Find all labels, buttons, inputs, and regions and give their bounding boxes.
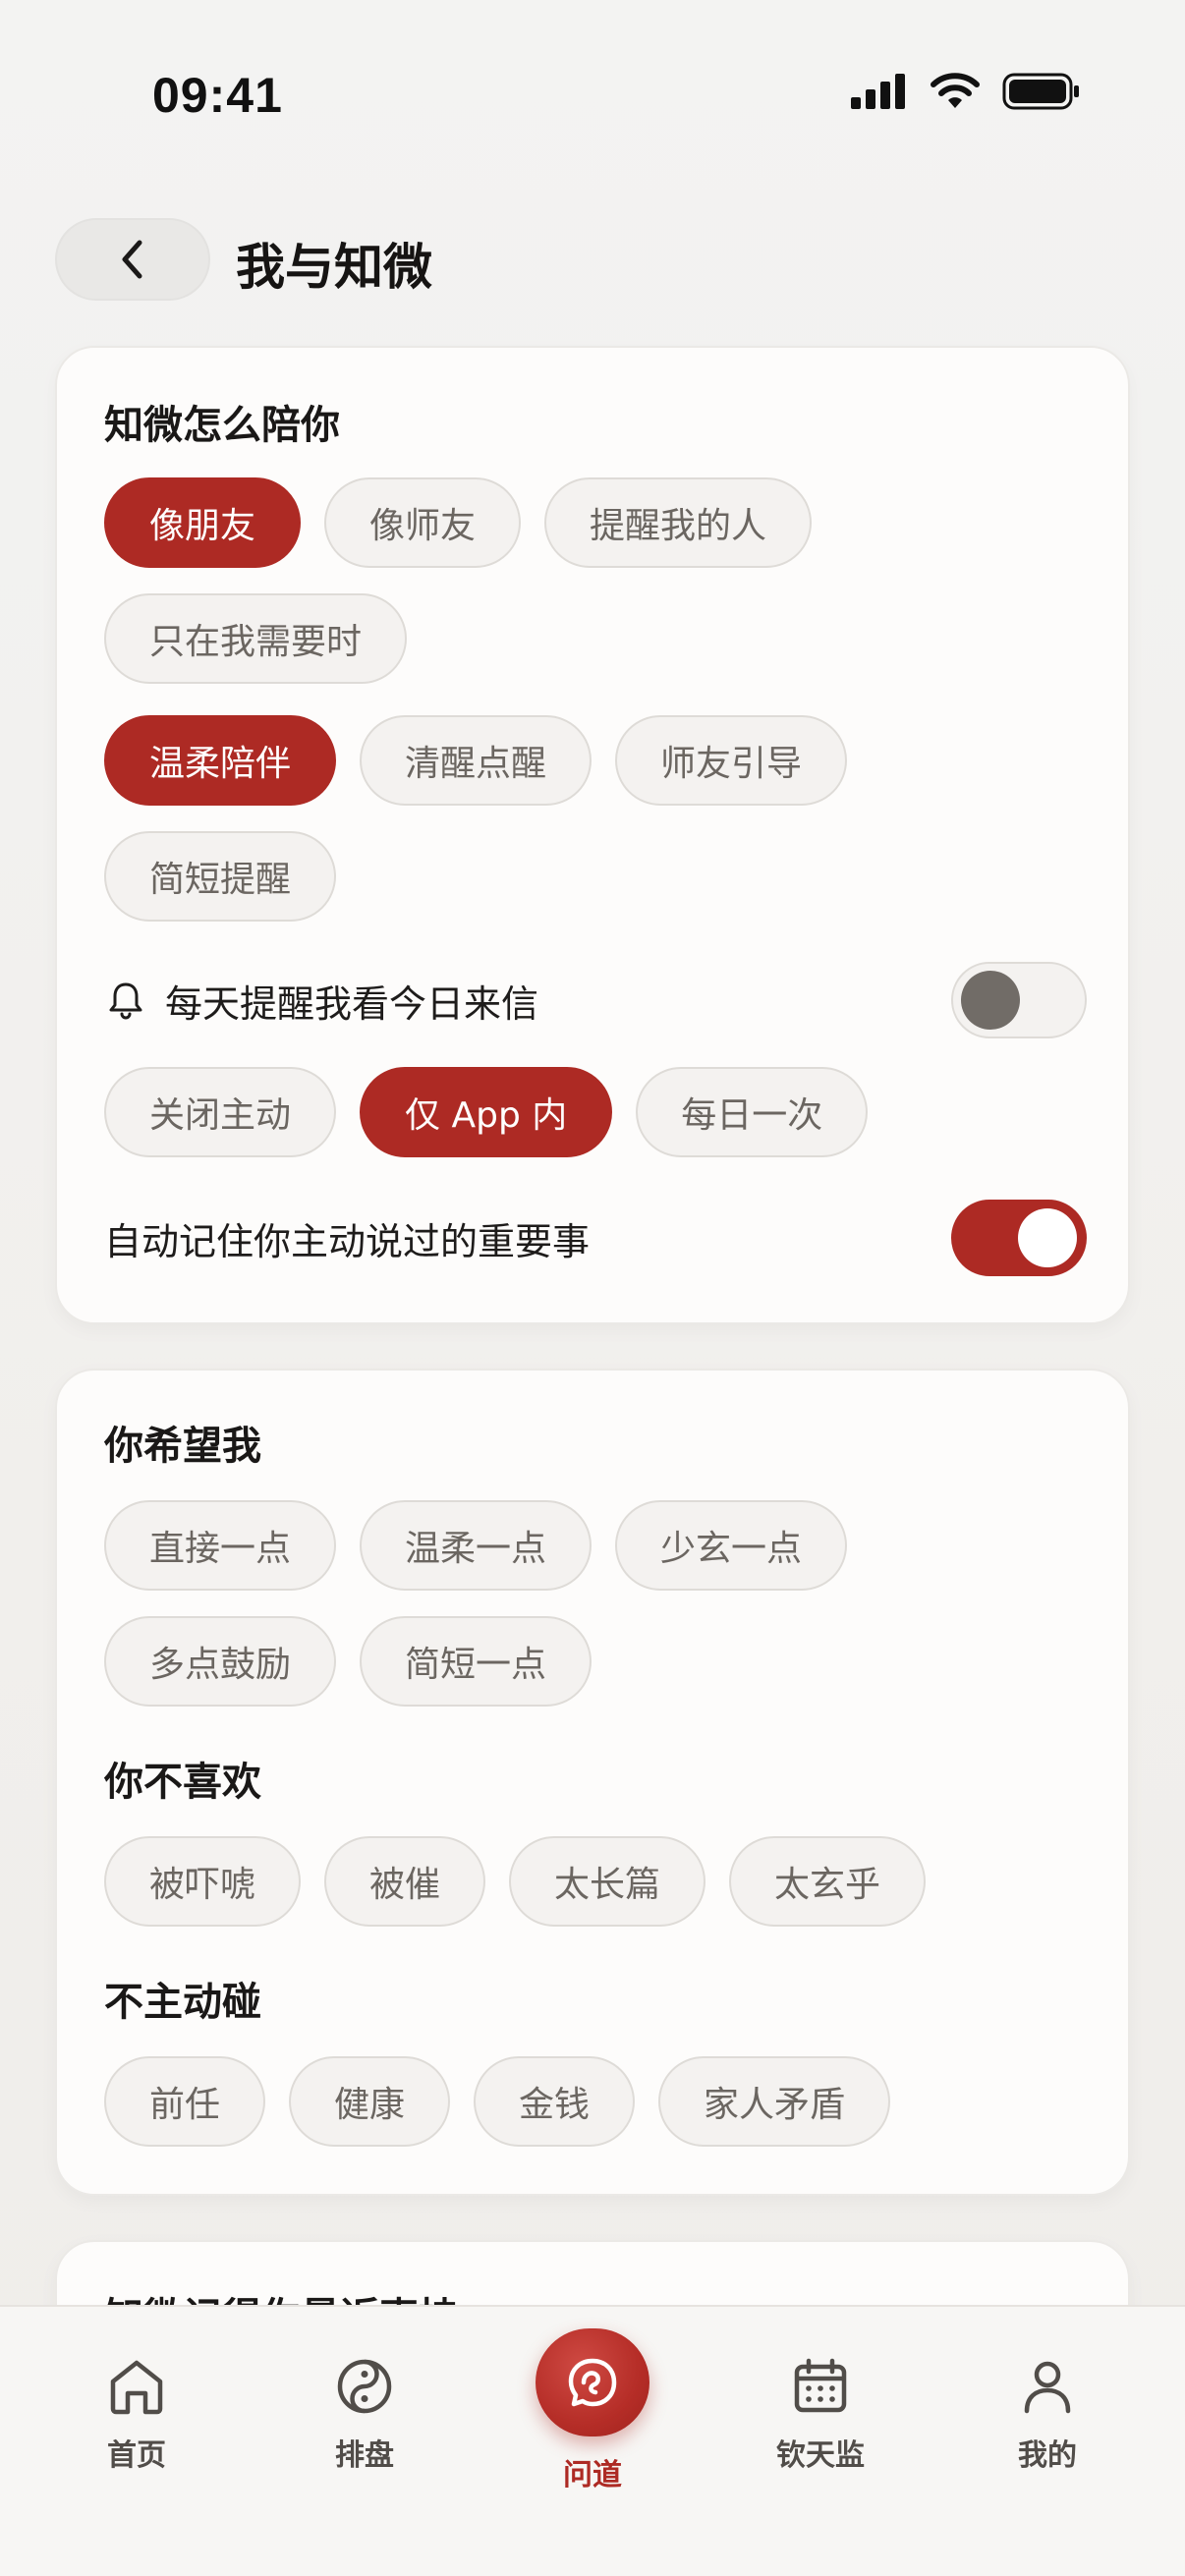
page-title: 我与知微 — [236, 239, 432, 296]
nav-item-chart[interactable]: 排盘 — [276, 2336, 453, 2493]
nav-item-profile[interactable]: 我的 — [959, 2336, 1136, 2493]
home-icon — [110, 2360, 163, 2415]
daily-reminder-label: 每天提醒我看今日来信 — [165, 981, 539, 1026]
battery-icon — [1002, 73, 1079, 110]
chip-more-gentle[interactable]: 温柔一点 — [360, 1500, 592, 1591]
chip-only-when-needed[interactable]: 只在我需要时 — [104, 593, 408, 684]
chat-swirl-icon — [568, 2358, 617, 2407]
avoid-chips: 前任 健康 金钱 家人矛盾 — [104, 2056, 1087, 2147]
status-bar: 09:41 — [0, 0, 1185, 187]
auto-remember-row: 自动记住你主动说过的重要事 — [104, 1199, 1087, 1277]
auto-remember-toggle[interactable] — [951, 1200, 1087, 1276]
auto-remember-label: 自动记住你主动说过的重要事 — [104, 1219, 591, 1263]
chip-more-direct[interactable]: 直接一点 — [104, 1500, 337, 1591]
cellular-signal-icon — [851, 74, 905, 109]
chip-being-scared[interactable]: 被吓唬 — [104, 1836, 302, 1927]
chip-like-mentor[interactable]: 像师友 — [324, 477, 522, 568]
bottom-nav: 首页 排盘 问道 钦天监 我的 — [0, 2305, 1185, 2576]
chip-money[interactable]: 金钱 — [474, 2056, 636, 2147]
chip-reminder-person[interactable]: 提醒我的人 — [544, 477, 813, 568]
chip-sober-wakeup[interactable]: 清醒点醒 — [360, 715, 592, 806]
wish-chips: 直接一点 温柔一点 少玄一点 多点鼓励 简短一点 — [104, 1500, 1087, 1707]
chip-family-conflict[interactable]: 家人矛盾 — [658, 2056, 891, 2147]
toggle-knob — [961, 971, 1020, 1030]
nav-label-ask: 问道 — [563, 2458, 622, 2492]
chip-too-mystic[interactable]: 太玄乎 — [729, 1836, 927, 1927]
chip-health[interactable]: 健康 — [289, 2056, 451, 2147]
chip-once-daily[interactable]: 每日一次 — [636, 1067, 869, 1157]
nav-label-observatory: 钦天监 — [776, 2438, 865, 2473]
nav-label-chart: 排盘 — [335, 2438, 394, 2473]
chip-too-long[interactable]: 太长篇 — [509, 1836, 706, 1927]
preferences-card: 你希望我 直接一点 温柔一点 少玄一点 多点鼓励 简短一点 你不喜欢 被吓唬 被… — [55, 1369, 1130, 2196]
chip-more-brief[interactable]: 简短一点 — [360, 1616, 592, 1707]
nav-item-observatory[interactable]: 钦天监 — [732, 2336, 909, 2493]
avoid-section-title: 不主动碰 — [104, 1980, 261, 2025]
chip-like-friend[interactable]: 像朋友 — [104, 477, 302, 568]
chip-ex-partner[interactable]: 前任 — [104, 2056, 266, 2147]
toggle-knob — [1018, 1208, 1077, 1267]
ask-center-button[interactable] — [536, 2328, 649, 2436]
chevron-left-icon — [122, 240, 142, 279]
chip-being-rushed[interactable]: 被催 — [324, 1836, 486, 1927]
chip-brief-reminder[interactable]: 简短提醒 — [104, 831, 337, 922]
chip-mentor-guide[interactable]: 师友引导 — [615, 715, 848, 806]
user-icon — [1024, 2361, 1071, 2414]
companion-style-chips: 像朋友 像师友 提醒我的人 只在我需要时 — [104, 477, 1087, 684]
status-icons — [851, 73, 1081, 110]
chip-app-only[interactable]: 仅 App 内 — [360, 1067, 613, 1157]
app-screen: 09:41 我与知微 知微怎么陪你 像朋友 像师友 提醒我的人 只在我需要时 温… — [0, 0, 1185, 2576]
companion-section-title: 知微怎么陪你 — [104, 403, 340, 448]
nav-item-home[interactable]: 首页 — [48, 2336, 225, 2493]
daily-reminder-row: 每天提醒我看今日来信 — [104, 961, 1087, 1039]
companion-settings-card: 知微怎么陪你 像朋友 像师友 提醒我的人 只在我需要时 温柔陪伴 清醒点醒 师友… — [55, 346, 1130, 1324]
nav-label-home: 首页 — [107, 2438, 166, 2473]
chip-more-encourage[interactable]: 多点鼓励 — [104, 1616, 337, 1707]
chip-gentle-company[interactable]: 温柔陪伴 — [104, 715, 337, 806]
wish-section-title: 你希望我 — [104, 1424, 261, 1469]
daily-reminder-toggle[interactable] — [951, 962, 1087, 1038]
wifi-icon — [931, 73, 980, 108]
chip-less-mystic[interactable]: 少玄一点 — [615, 1500, 848, 1591]
back-button[interactable] — [55, 218, 210, 301]
nav-item-ask[interactable]: 问道 — [504, 2328, 681, 2493]
chip-turn-off-proactive[interactable]: 关闭主动 — [104, 1067, 337, 1157]
bell-icon — [109, 982, 142, 1020]
dislike-section-title: 你不喜欢 — [104, 1760, 261, 1805]
status-time: 09:41 — [152, 68, 283, 123]
calendar-icon — [794, 2358, 847, 2413]
tone-chips: 温柔陪伴 清醒点醒 师友引导 简短提醒 — [104, 715, 1087, 922]
nav-label-profile: 我的 — [1018, 2438, 1077, 2473]
reminder-mode-chips: 关闭主动 仅 App 内 每日一次 — [104, 1067, 1087, 1157]
dislike-chips: 被吓唬 被催 太长篇 太玄乎 — [104, 1836, 1087, 1927]
yin-yang-icon — [337, 2359, 392, 2414]
